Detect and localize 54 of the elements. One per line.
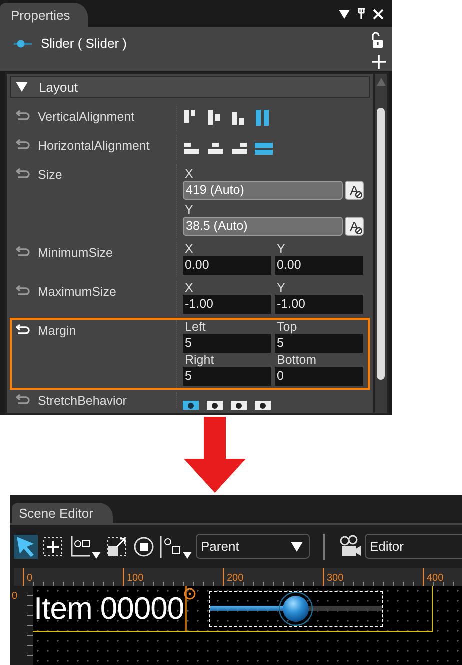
ruler-label: 0 — [26, 572, 33, 584]
property-label: MaximumSize — [38, 285, 116, 299]
field-label: Right — [184, 353, 214, 367]
axis-label: Y — [184, 203, 194, 217]
camera-field[interactable]: Editor — [365, 534, 462, 559]
number-field[interactable]: -1.00 — [183, 295, 271, 314]
size-field[interactable]: 419 (Auto) — [183, 181, 343, 200]
dropdown-caret-icon — [291, 542, 303, 552]
add-icon[interactable] — [372, 55, 386, 69]
property-label: VerticalAlignment — [38, 110, 135, 124]
number-field[interactable]: 5 — [183, 334, 271, 353]
number-field[interactable]: 5 — [275, 334, 363, 353]
field-label: X — [184, 242, 194, 256]
property-label: MinimumSize — [38, 246, 114, 260]
ruler-label: 200 — [226, 572, 244, 584]
pivot-tool-icon[interactable] — [159, 534, 193, 560]
size-field[interactable]: 38.5 (Auto) — [183, 217, 343, 236]
property-label: StretchBehavior — [38, 394, 127, 408]
property-label: HorizontalAlignment — [38, 139, 150, 153]
slider-thumb[interactable] — [278, 590, 314, 626]
number-field[interactable]: 0.00 — [275, 256, 363, 275]
scrollbar-thumb[interactable] — [377, 108, 385, 380]
camera-icon[interactable] — [338, 534, 362, 558]
field-label: Top — [276, 320, 298, 334]
property-label: Margin — [38, 324, 76, 338]
slider-control[interactable] — [209, 590, 384, 626]
number-field[interactable]: 5 — [183, 367, 271, 386]
field-label: Y — [276, 281, 286, 295]
ruler-label: 300 — [326, 572, 344, 584]
number-field[interactable]: 0 — [275, 367, 363, 386]
field-label: Y — [276, 242, 286, 256]
field-label: X — [184, 281, 194, 295]
select-tool-icon[interactable] — [14, 534, 38, 560]
lock-icon[interactable] — [370, 32, 384, 49]
section-header[interactable]: Layout — [10, 76, 370, 98]
scene-editor-tab[interactable]: Scene Editor — [12, 503, 114, 523]
object-name: Slider ( Slider ) — [41, 36, 127, 51]
item-text[interactable]: Item 00000 — [33, 590, 184, 626]
number-field[interactable]: 0.00 — [183, 256, 271, 275]
properties-tab[interactable]: Properties — [0, 3, 88, 27]
slider-icon — [14, 40, 32, 48]
field-label: Left — [184, 320, 206, 334]
field-label: Bottom — [276, 353, 317, 367]
number-field[interactable]: -1.00 — [275, 295, 363, 314]
ruler-label: 0 — [11, 591, 18, 602]
ruler-label: 100 — [126, 572, 144, 584]
axis-label: X — [184, 167, 194, 181]
pin-icon[interactable] — [357, 8, 366, 20]
space-dropdown[interactable]: Parent — [196, 534, 310, 559]
property-label: Size — [38, 168, 62, 182]
dropdown-icon[interactable] — [339, 10, 350, 18]
close-icon[interactable] — [373, 8, 384, 20]
pivot-icon[interactable] — [184, 588, 196, 600]
ruler-label: 400 — [426, 572, 444, 584]
